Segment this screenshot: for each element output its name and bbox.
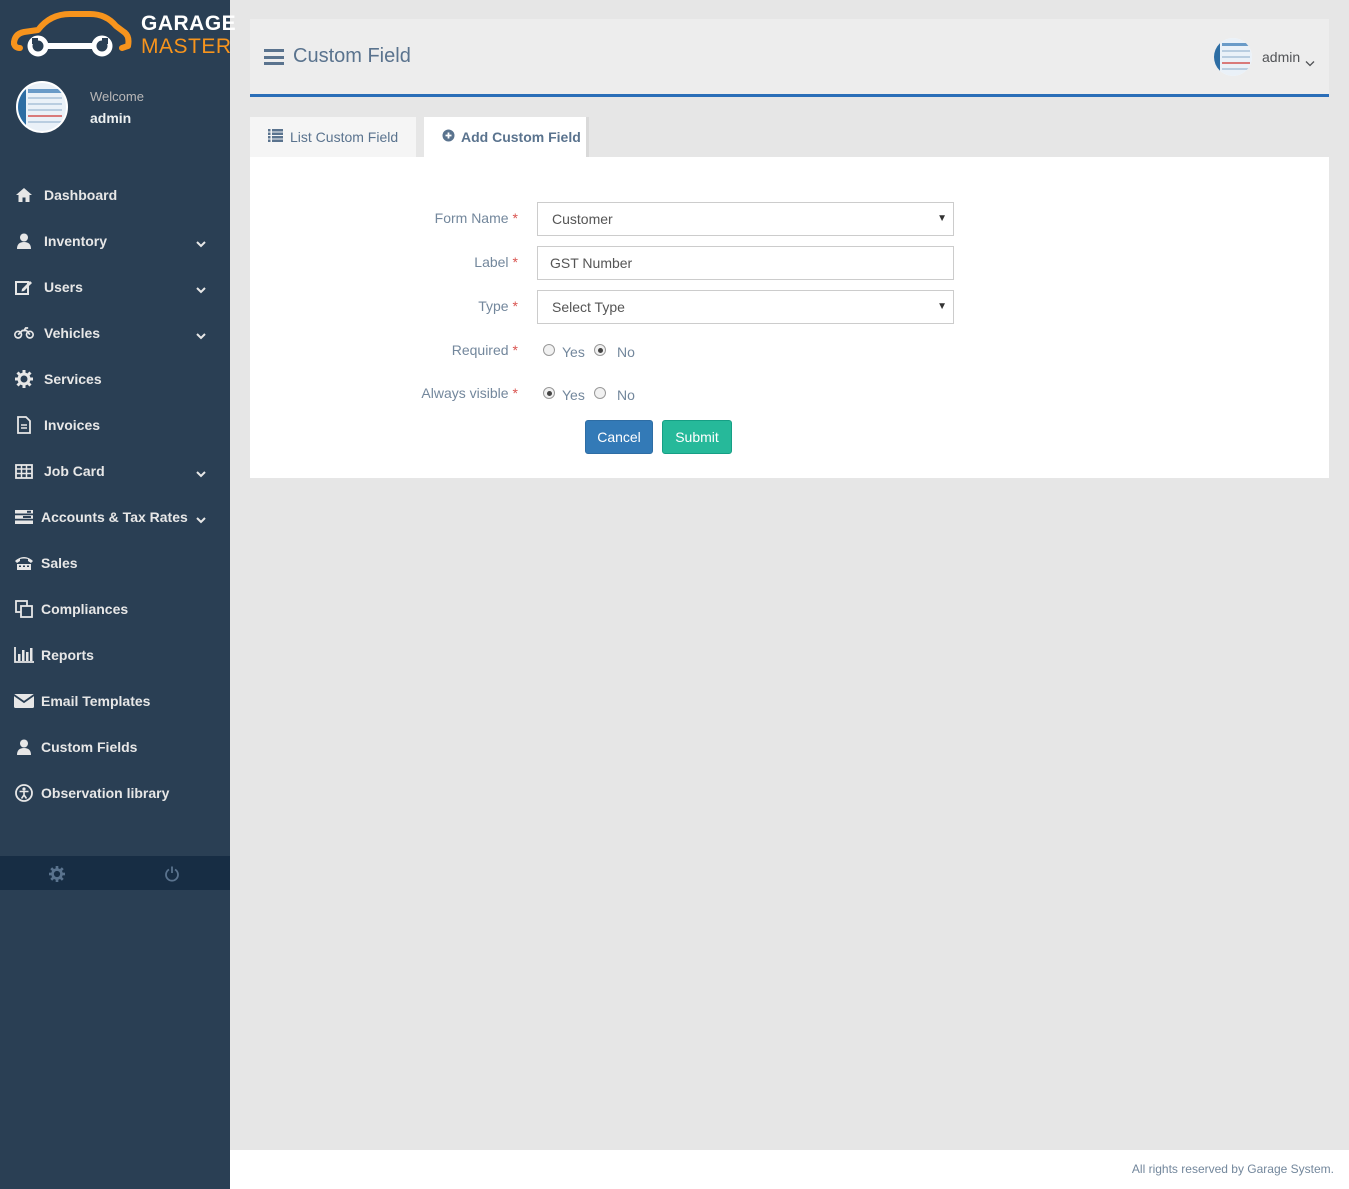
form-name-select[interactable]: Customer ▼ bbox=[537, 202, 954, 236]
logo-line1: GARAGE bbox=[141, 12, 237, 35]
page-title: Custom Field bbox=[293, 45, 411, 67]
sidebar-item-dashboard[interactable]: Dashboard bbox=[0, 172, 230, 218]
sidebar-item-label: Reports bbox=[41, 647, 94, 663]
always-visible-no-radio[interactable] bbox=[594, 387, 606, 399]
sidebar-item-compliances[interactable]: Compliances bbox=[0, 586, 230, 632]
chevron-down-icon bbox=[195, 511, 207, 527]
sidebar-item-inventory[interactable]: Inventory bbox=[0, 218, 230, 264]
sidebar-item-services[interactable]: Services bbox=[0, 356, 230, 402]
profile-name: admin bbox=[90, 110, 132, 126]
sidebar-item-vehicles[interactable]: Vehicles bbox=[0, 310, 230, 356]
always-visible-label: Always visible * bbox=[421, 385, 518, 401]
sidebar-item-users[interactable]: Users bbox=[0, 264, 230, 310]
sidebar-item-sales[interactable]: Sales bbox=[0, 540, 230, 586]
type-label: Type * bbox=[478, 298, 518, 314]
sidebar: GARAGE MASTER Welcome admin Dashboard In… bbox=[0, 0, 236, 1189]
sidebar-item-label: Services bbox=[44, 371, 102, 387]
bar-chart-icon bbox=[14, 646, 34, 664]
top-navbar: Custom Field admin bbox=[250, 19, 1329, 97]
sidebar-item-label: Vehicles bbox=[44, 325, 101, 341]
clone-icon bbox=[14, 600, 34, 618]
sidebar-item-label: Invoices bbox=[44, 417, 101, 433]
sidebar-item-email-templates[interactable]: Email Templates bbox=[0, 678, 230, 724]
always-visible-no-label: No bbox=[617, 387, 635, 403]
sidebar-footer bbox=[0, 856, 230, 890]
required-yes-label: Yes bbox=[562, 344, 585, 360]
home-icon bbox=[14, 186, 34, 204]
envelope-icon bbox=[14, 692, 34, 710]
logo-line2: MASTER bbox=[141, 35, 232, 58]
user-avatar[interactable] bbox=[1214, 38, 1252, 76]
chevron-down-icon bbox=[195, 281, 207, 297]
sidebar-item-label: Custom Fields bbox=[41, 739, 138, 755]
avatar bbox=[16, 81, 68, 133]
tasks-icon bbox=[14, 508, 34, 526]
table-icon bbox=[14, 462, 34, 480]
sidebar-item-accounts-tax-rates[interactable]: Accounts & Tax Rates bbox=[0, 494, 230, 540]
submit-button[interactable]: Submit bbox=[662, 420, 732, 454]
sidebar-item-observation-library[interactable]: Observation library bbox=[0, 770, 230, 816]
power-icon[interactable] bbox=[162, 864, 182, 884]
page-footer: All rights reserved by Garage System. bbox=[230, 1150, 1349, 1189]
sidebar-item-label: Compliances bbox=[41, 601, 129, 617]
user-icon bbox=[14, 232, 34, 250]
sidebar-menu: Dashboard Inventory Users Vehicles Servi… bbox=[0, 172, 230, 816]
sidebar-item-invoices[interactable]: Invoices bbox=[0, 402, 230, 448]
edit-icon bbox=[14, 278, 34, 296]
always-visible-yes-radio[interactable] bbox=[543, 387, 555, 399]
file-icon bbox=[14, 416, 34, 434]
welcome-text: Welcome bbox=[90, 89, 144, 104]
chevron-down-icon[interactable] bbox=[1305, 54, 1315, 72]
list-icon bbox=[268, 129, 283, 145]
chevron-down-icon bbox=[195, 327, 207, 343]
required-label: Required * bbox=[451, 342, 518, 358]
tab-label: List Custom Field bbox=[290, 129, 399, 145]
caret-down-icon: ▼ bbox=[937, 213, 947, 224]
tty-icon bbox=[14, 554, 34, 572]
sidebar-item-label: Users bbox=[44, 279, 83, 295]
sidebar-item-label: Inventory bbox=[44, 233, 108, 249]
sidebar-item-label: Observation library bbox=[41, 785, 170, 801]
type-select[interactable]: Select Type ▼ bbox=[537, 290, 954, 324]
tab-label: Add Custom Field bbox=[461, 129, 581, 145]
required-no-label: No bbox=[617, 344, 635, 360]
sidebar-item-label: Sales bbox=[41, 555, 78, 571]
plus-circle-icon bbox=[442, 129, 455, 145]
cogs-icon bbox=[14, 370, 34, 388]
always-visible-yes-label: Yes bbox=[562, 387, 585, 403]
car-wrench-logo-icon bbox=[11, 11, 132, 57]
sidebar-item-custom-fields[interactable]: Custom Fields bbox=[0, 724, 230, 770]
universal-access-icon bbox=[14, 784, 34, 802]
menu-toggle-icon[interactable] bbox=[264, 49, 284, 65]
label-field-label: Label * bbox=[474, 254, 518, 270]
sidebar-item-label: Accounts & Tax Rates bbox=[41, 509, 188, 525]
cancel-button[interactable]: Cancel bbox=[585, 420, 653, 454]
gear-icon[interactable] bbox=[47, 864, 67, 884]
sidebar-item-label: Email Templates bbox=[41, 693, 151, 709]
add-custom-field-form: Form Name * Customer ▼ Label * GST Number T… bbox=[250, 157, 1329, 478]
chevron-down-icon bbox=[195, 235, 207, 251]
motorcycle-icon bbox=[14, 324, 34, 342]
required-no-radio[interactable] bbox=[594, 344, 606, 356]
garage-master-logo[interactable]: GARAGE MASTER bbox=[10, 8, 236, 64]
required-yes-radio[interactable] bbox=[543, 344, 555, 356]
sidebar-item-job-card[interactable]: Job Card bbox=[0, 448, 230, 494]
tab-add-custom-field[interactable]: Add Custom Field bbox=[424, 117, 589, 157]
tab-list-custom-field[interactable]: List Custom Field bbox=[250, 117, 416, 157]
label-input[interactable]: GST Number bbox=[537, 246, 954, 280]
caret-down-icon: ▼ bbox=[937, 301, 947, 312]
sidebar-item-label: Dashboard bbox=[44, 187, 118, 203]
chevron-down-icon bbox=[195, 465, 207, 481]
user-menu[interactable]: admin bbox=[1262, 49, 1300, 65]
sidebar-item-reports[interactable]: Reports bbox=[0, 632, 230, 678]
copyright-text: All rights reserved by Garage System. bbox=[1131, 1162, 1334, 1176]
sidebar-item-label: Job Card bbox=[44, 463, 105, 479]
user-icon bbox=[14, 738, 34, 756]
form-name-label: Form Name * bbox=[434, 210, 518, 226]
